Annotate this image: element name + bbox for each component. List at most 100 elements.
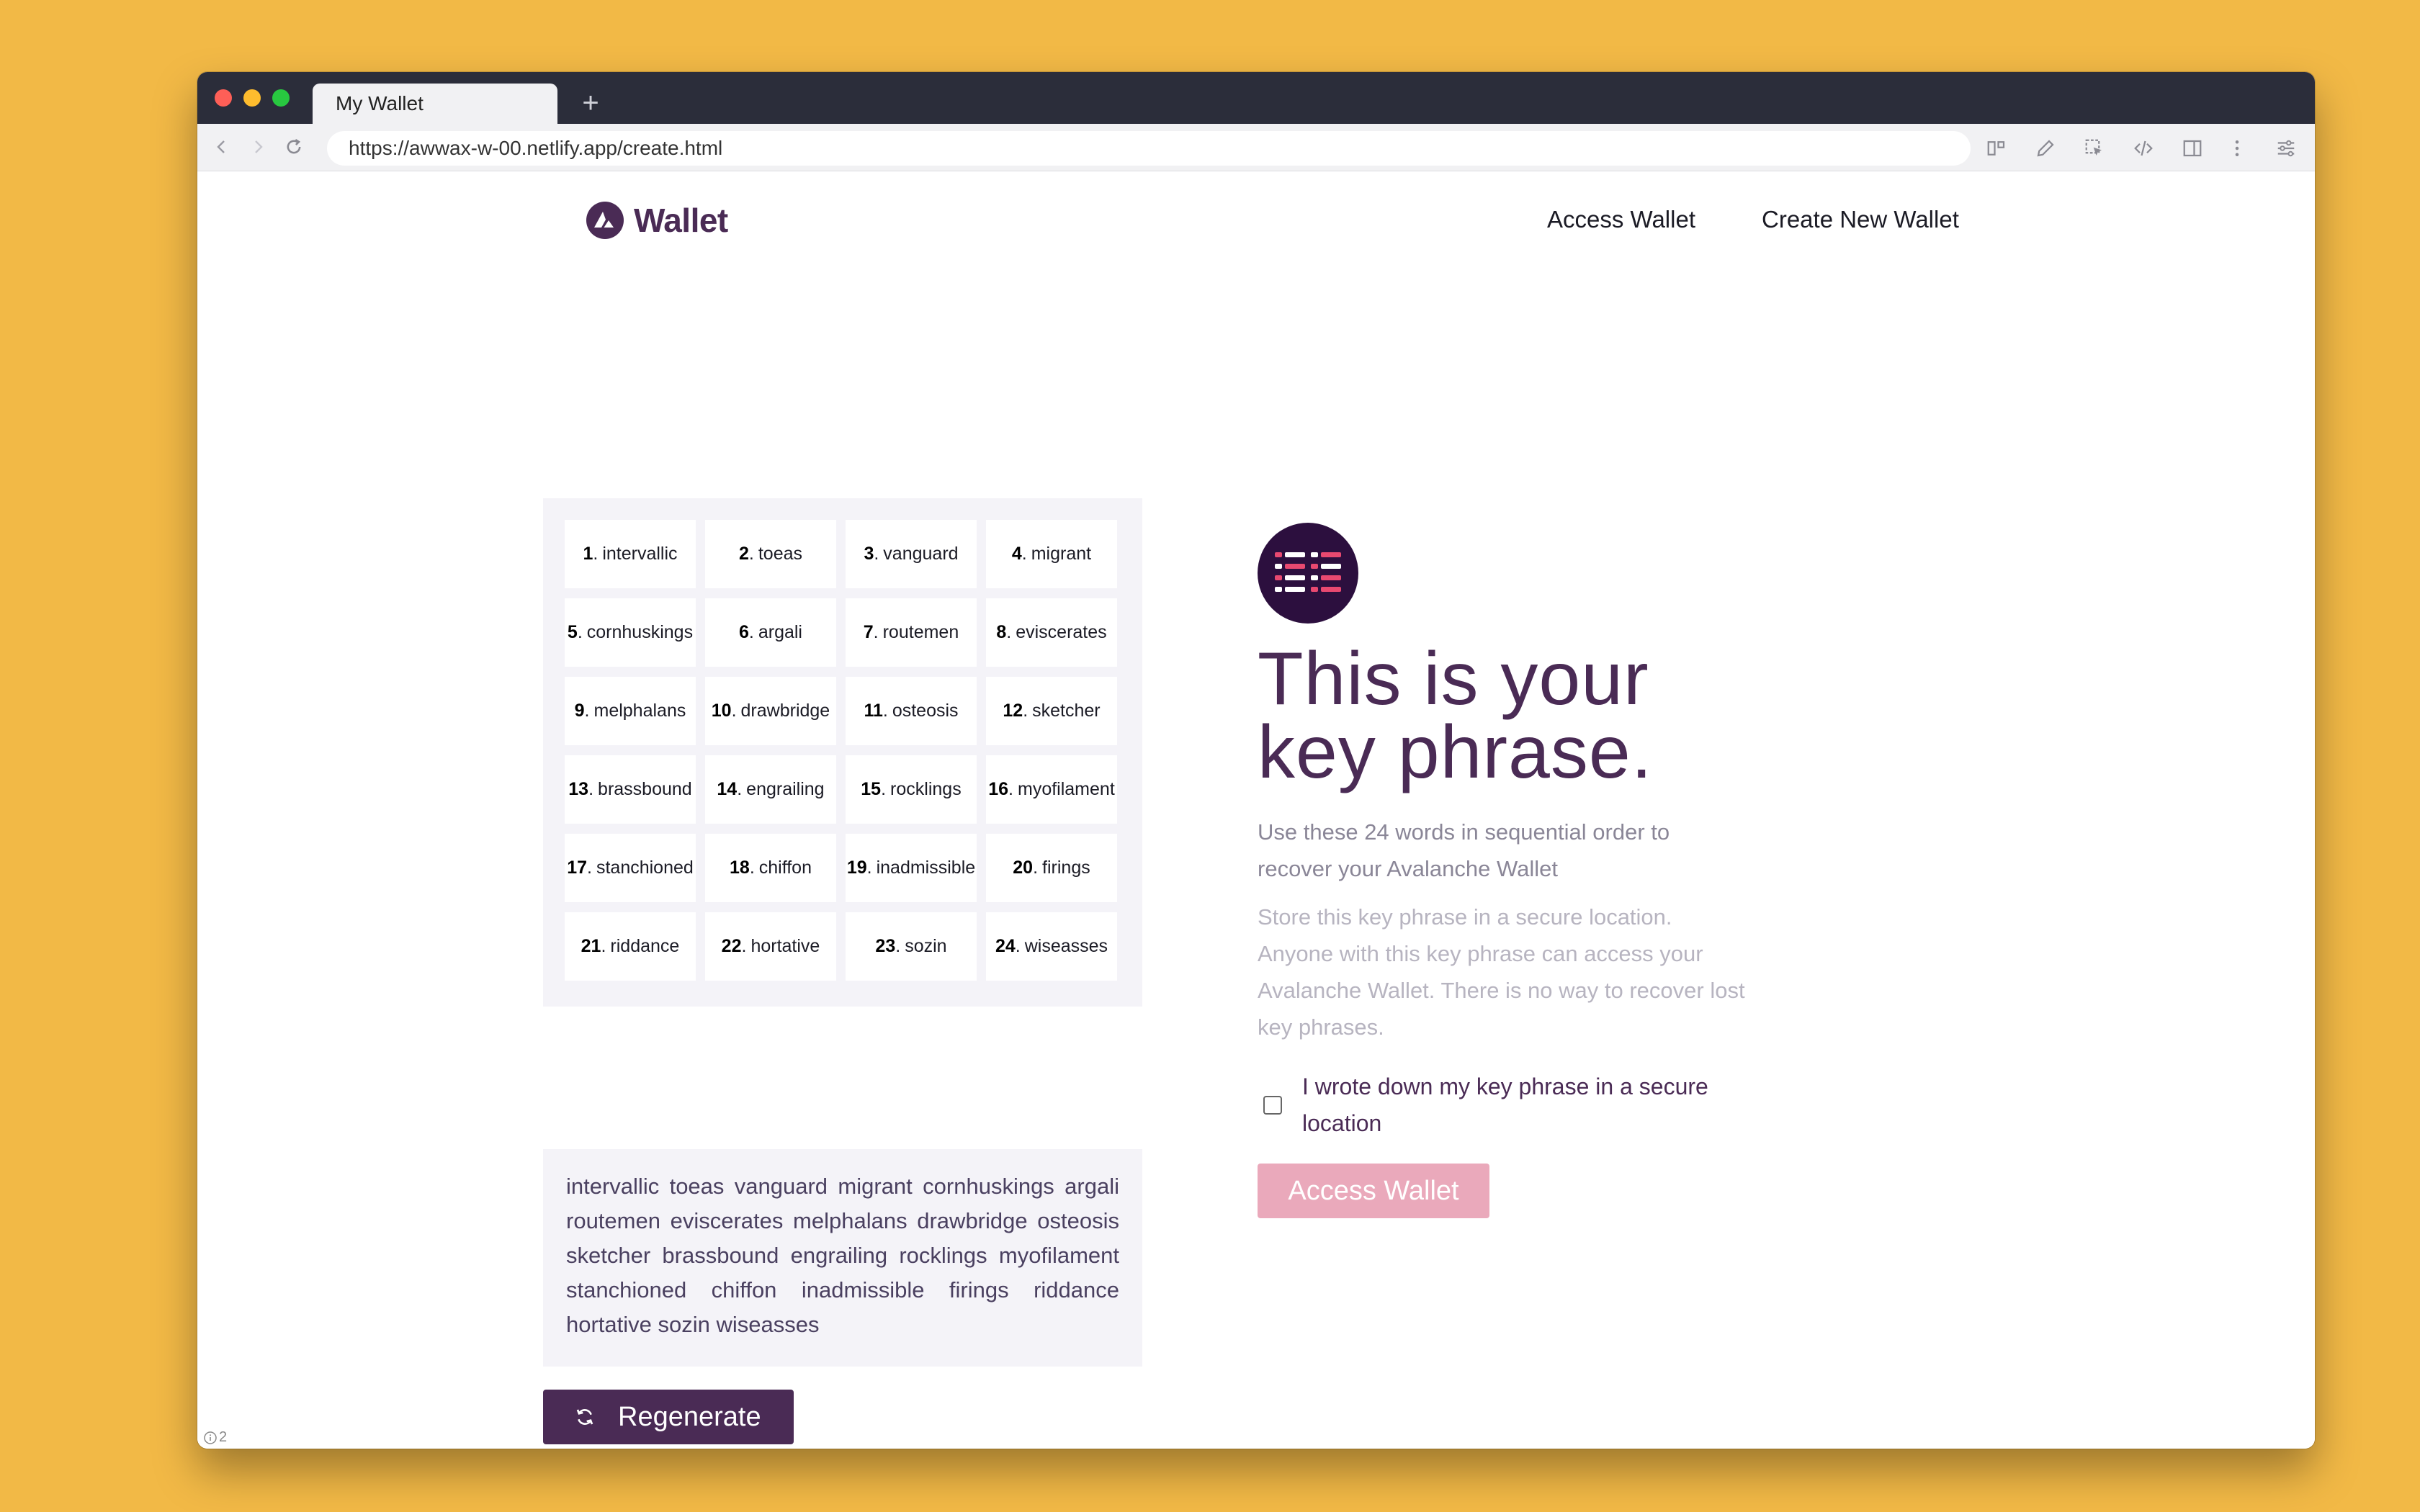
browser-window: My Wallet + https://awwax-w-00.netlify.a… [197,72,2315,1449]
mnemonic-word: 11. osteosis [846,677,977,745]
word-separator: . [748,622,754,642]
word-separator: . [866,858,872,878]
word-separator: . [873,622,879,642]
mnemonic-word: 12. sketcher [986,677,1117,745]
close-window-button[interactable] [215,89,232,107]
word-number: 14 [717,779,738,799]
word-separator: . [1033,858,1039,878]
brand-logo[interactable]: Wallet [586,200,728,240]
tab-title: My Wallet [336,92,424,114]
status-indicator[interactable]: 2 [203,1429,227,1446]
select-element-icon[interactable] [2080,134,2109,163]
word-text: hortative [750,936,820,956]
word-number: 21 [581,936,601,956]
word-separator: . [1023,701,1028,721]
word-text: chiffon [758,858,812,878]
sidebar-icon[interactable] [2178,134,2207,163]
word-text: sozin [905,936,947,956]
word-text: argali [758,622,802,642]
word-text: osteosis [892,701,959,721]
key-phrase-info: This is your key phrase. Use these 24 wo… [1258,523,1747,1218]
mnemonic-word: 2. toeas [705,520,836,588]
word-number: 10 [711,701,732,721]
address-bar[interactable]: https://awwax-w-00.netlify.app/create.ht… [327,131,1971,166]
mnemonic-phrase-text[interactable]: intervallic toeas vanguard migrant cornh… [543,1149,1142,1367]
minimize-window-button[interactable] [243,89,261,107]
settings-sliders-icon[interactable] [2272,134,2300,163]
mnemonic-word: 8. eviscerates [986,598,1117,667]
word-number: 18 [730,858,750,878]
mnemonic-word: 15. rocklings [846,755,977,824]
regenerate-button[interactable]: Regenerate [543,1390,794,1444]
mnemonic-word: 24. wiseasses [986,912,1117,981]
word-number: 23 [875,936,896,956]
word-number: 7 [863,622,874,642]
word-text: cornhuskings [586,622,694,642]
confirm-label: I wrote down my key phrase in a secure l… [1302,1074,1708,1136]
word-text: toeas [758,544,803,564]
reload-icon[interactable] [279,132,308,161]
mnemonic-word: 17. stanchioned [565,834,696,902]
mnemonic-grid: 1. intervallic 2. toeas 3. vanguard 4. migrant 5… [543,498,1142,1007]
word-number: 17 [567,858,588,878]
browser-tab[interactable]: My Wallet [313,84,557,124]
pen-icon[interactable] [2031,134,2060,163]
word-text: melphalans [593,701,686,721]
word-text: engrailing [746,779,825,799]
brand-name: Wallet [634,202,728,239]
word-text: intervallic [602,544,678,564]
mnemonic-word: 5. cornhuskings [565,598,696,667]
mnemonic-word: 21. riddance [565,912,696,981]
mnemonic-word: 7. routemen [846,598,977,667]
word-separator: . [741,936,747,956]
nav-create-wallet[interactable]: Create New Wallet [1762,206,1959,233]
warning-text: Store this key phrase in a secure locati… [1258,904,1745,1040]
key-phrase-badge-icon [1258,523,1358,624]
word-text: inadmissible [876,858,976,878]
avalanche-logo-icon [586,202,624,239]
word-text: myofilament [1018,779,1115,799]
word-text: vanguard [883,544,959,564]
page-title: This is your key phrase. [1258,642,1747,790]
code-icon[interactable] [2129,134,2158,163]
word-number: 1 [583,544,593,564]
regenerate-label: Regenerate [618,1401,761,1432]
word-number: 5 [567,622,578,642]
back-icon[interactable] [207,132,236,161]
new-tab-button[interactable]: + [570,84,611,124]
mnemonic-word: 4. migrant [986,520,1117,588]
maximize-window-button[interactable] [272,89,290,107]
word-separator: . [874,544,879,564]
access-wallet-button[interactable]: Access Wallet [1258,1164,1489,1218]
word-number: 20 [1013,858,1034,878]
confirm-checkbox[interactable] [1263,1096,1282,1115]
reader-icon[interactable] [1982,134,2011,163]
word-number: 6 [738,622,749,642]
word-text: sketcher [1032,701,1101,721]
word-number: 15 [861,779,882,799]
forward-icon[interactable] [243,132,272,161]
word-text: drawbridge [740,701,830,721]
page-title-line-2: key phrase. [1258,711,1653,794]
word-separator: . [1006,622,1012,642]
word-text: eviscerates [1016,622,1107,642]
more-menu-icon[interactable] [2223,134,2251,163]
word-separator: . [577,622,583,642]
word-text: stanchioned [596,858,694,878]
word-separator: . [584,701,590,721]
word-number: 24 [995,936,1016,956]
info-icon [204,1431,217,1444]
confirm-checkbox-row[interactable]: I wrote down my key phrase in a secure l… [1258,1068,1747,1142]
mnemonic-word: 14. engrailing [705,755,836,824]
word-number: 8 [996,622,1007,642]
word-text: routemen [882,622,959,642]
mnemonic-word: 13. brassbound [565,755,696,824]
word-text: migrant [1031,544,1092,564]
word-separator: . [593,544,599,564]
nav-access-wallet[interactable]: Access Wallet [1547,206,1695,233]
access-wallet-label: Access Wallet [1288,1175,1459,1206]
browser-toolbar: https://awwax-w-00.netlify.app/create.ht… [197,124,2315,171]
word-text: brassbound [598,779,692,799]
word-number: 4 [1011,544,1022,564]
word-number: 13 [568,779,589,799]
